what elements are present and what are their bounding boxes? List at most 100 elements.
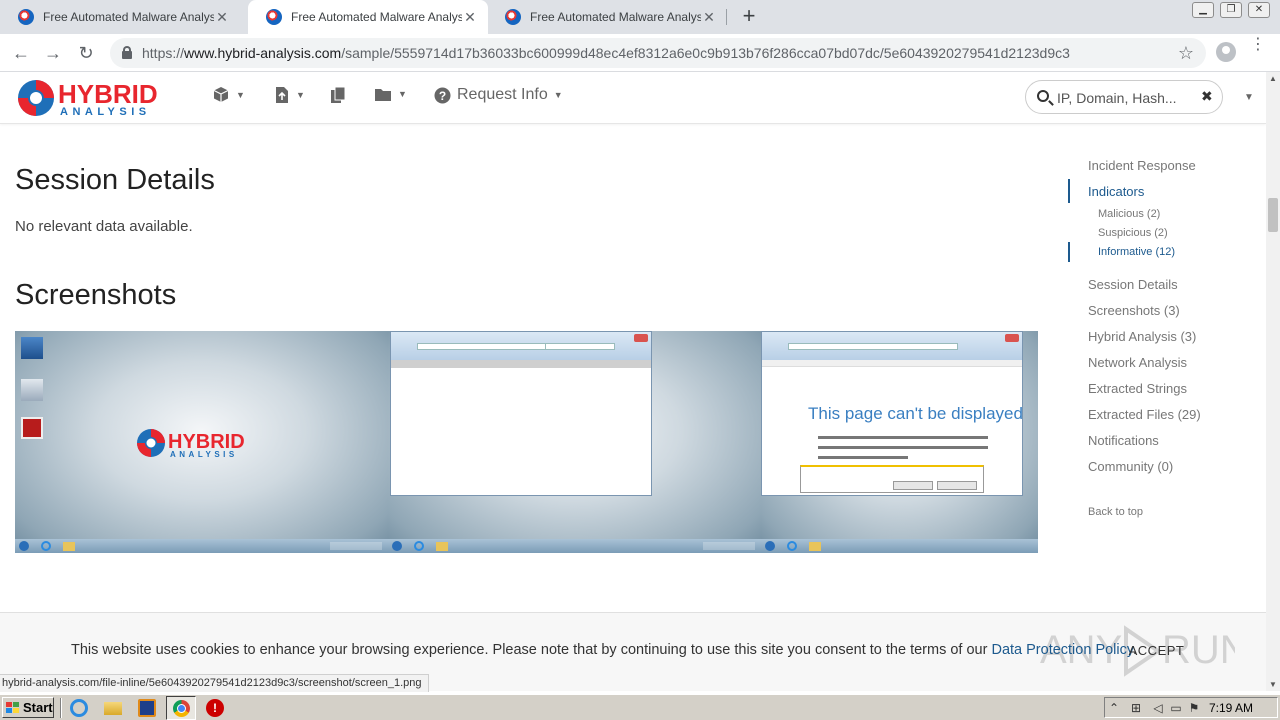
search-input[interactable] — [1057, 88, 1197, 108]
sidebar-item-hybrid-analysis[interactable]: Hybrid Analysis (3) — [1088, 329, 1196, 344]
sidebar-item-incident-response[interactable]: Incident Response — [1088, 158, 1196, 173]
mini-addon-notification — [800, 465, 984, 493]
sidebar-item-community[interactable]: Community (0) — [1088, 459, 1173, 474]
mini-tray — [703, 542, 755, 550]
mini-folder-icon — [63, 542, 75, 551]
media-player-icon[interactable] — [138, 699, 156, 717]
mini-address-field — [788, 343, 958, 350]
restore-button[interactable]: ❐ — [1220, 2, 1242, 18]
browser-menu-kebab-icon[interactable]: ⋮ — [1250, 37, 1266, 53]
caret-down-icon: ▼ — [553, 90, 563, 100]
tab-title: Free Automated Malware Analysis S — [530, 10, 701, 24]
reload-icon[interactable]: ↻ — [75, 42, 97, 64]
mini-close-icon — [1005, 334, 1019, 342]
folder-icon — [375, 89, 391, 101]
mini-bullet — [818, 456, 908, 459]
sidebar-item-extracted-strings[interactable]: Extracted Strings — [1088, 381, 1187, 396]
tab-close-icon[interactable]: ✕ — [214, 9, 230, 26]
screenshot-thumbnail-1[interactable]: HYBRID ANALYSIS — [15, 331, 388, 553]
nav-folder-dropdown[interactable]: ▼ — [374, 86, 407, 102]
tab-close-icon[interactable]: ✕ — [462, 9, 478, 26]
network-icon[interactable]: ⊞ — [1129, 701, 1143, 715]
back-to-top-link[interactable]: Back to top — [1088, 506, 1143, 518]
screenshot-thumbnail-2[interactable] — [388, 331, 761, 553]
data-protection-policy-link[interactable]: Data Protection Policy — [991, 642, 1133, 658]
browser-tab-2[interactable]: Free Automated Malware Analysis S ✕ — [248, 0, 488, 34]
screenshots-strip: HYBRID ANALYSIS This page can't be displ… — [15, 331, 1038, 553]
scroll-down-arrow-icon[interactable]: ▼ — [1269, 680, 1277, 689]
copy-files-icon — [331, 86, 346, 103]
lock-icon[interactable] — [122, 46, 132, 59]
explorer-folder-icon[interactable] — [104, 702, 122, 715]
volume-icon[interactable]: ◁ — [1151, 701, 1165, 715]
scroll-up-arrow-icon[interactable]: ▲ — [1269, 74, 1277, 83]
address-bar[interactable]: https://www.hybrid-analysis.com/sample/5… — [110, 38, 1206, 68]
chrome-icon — [173, 700, 190, 717]
minimize-button[interactable]: ▁ — [1192, 2, 1214, 18]
nav-request-info-dropdown[interactable]: ? Request Info ▼ — [434, 86, 563, 104]
start-button[interactable]: Start — [2, 697, 54, 718]
taskbar-separator — [60, 698, 62, 718]
stop-alert-icon[interactable]: ! — [206, 699, 224, 717]
chrome-taskbar-button[interactable] — [166, 696, 196, 720]
site-search-box[interactable]: ✖ — [1025, 80, 1223, 114]
sidebar-subitem-informative[interactable]: Informative (12) — [1098, 246, 1175, 258]
svg-text:?: ? — [439, 89, 446, 103]
new-tab-plus-icon[interactable]: + — [738, 5, 760, 29]
mini-bullet — [818, 446, 988, 449]
hybrid-analysis-wallpaper-logo: HYBRID ANALYSIS — [137, 429, 245, 459]
mini-taskbar — [761, 539, 1038, 553]
mini-browser-window — [390, 331, 652, 496]
page-cannot-display-heading: This page can't be displayed — [808, 404, 1023, 423]
mini-ie-icon — [41, 541, 51, 551]
acrobat-reader-icon — [21, 417, 43, 439]
sidebar-subitem-suspicious[interactable]: Suspicious (2) — [1098, 227, 1168, 239]
internet-explorer-icon[interactable] — [70, 699, 88, 717]
scroll-thumb[interactable] — [1268, 198, 1278, 232]
mini-browser-frame — [762, 332, 1022, 360]
sidebar-subitem-malicious[interactable]: Malicious (2) — [1098, 208, 1160, 220]
tab-close-icon[interactable]: ✕ — [701, 9, 717, 26]
page-scrollbar[interactable]: ▲ ▼ — [1266, 72, 1280, 691]
bookmark-star-icon[interactable]: ☆ — [1178, 43, 1194, 64]
action-center-flag-icon[interactable]: ⚑ — [1187, 701, 1201, 715]
hybrid-analysis-logo[interactable]: HYBRID ANALYSIS — [16, 76, 186, 120]
screenshots-heading: Screenshots — [15, 279, 177, 311]
back-arrow-icon[interactable]: ← — [10, 42, 32, 64]
nav-copy-files[interactable] — [330, 86, 346, 104]
sidebar-item-screenshots[interactable]: Screenshots (3) — [1088, 303, 1180, 318]
search-icon[interactable] — [1037, 90, 1049, 102]
mini-toolbar — [391, 360, 651, 368]
taskbar-clock[interactable]: 7:19 AM — [1209, 701, 1253, 715]
no-data-text: No relevant data available. — [15, 218, 193, 235]
forward-arrow-icon[interactable]: → — [42, 42, 64, 64]
screenshot-thumbnail-3[interactable]: This page can't be displayed — [761, 331, 1038, 553]
active-subitem-bar — [1068, 242, 1070, 262]
tray-expand-arrow-icon[interactable]: ⌃ — [1107, 701, 1121, 715]
mini-bullet-list — [818, 436, 1008, 466]
sidebar-item-indicators[interactable]: Indicators — [1088, 184, 1144, 199]
clear-search-icon[interactable]: ✖ — [1201, 88, 1213, 105]
windows-taskbar: Start ! ⌃ ⊞ ◁ ▭ ⚑ 7:19 AM — [0, 694, 1280, 720]
mini-bullet — [818, 436, 988, 439]
caret-down-icon: ▼ — [236, 90, 245, 100]
hybrid-analysis-favicon-icon — [266, 9, 282, 25]
browser-tab-3[interactable]: Free Automated Malware Analysis S ✕ — [487, 0, 727, 34]
sidebar-item-network-analysis[interactable]: Network Analysis — [1088, 355, 1187, 370]
sidebar-item-session-details[interactable]: Session Details — [1088, 277, 1178, 292]
mini-browser-frame — [391, 332, 651, 360]
cookie-message: This website uses cookies to enhance you… — [71, 642, 1138, 658]
close-window-button[interactable]: ✕ — [1248, 2, 1270, 18]
mini-addon-button — [893, 481, 933, 490]
nav-more-caret-icon[interactable]: ▼ — [1244, 92, 1254, 103]
profile-avatar-icon[interactable] — [1216, 42, 1236, 62]
mini-start-orb-icon — [392, 541, 402, 551]
nav-cube-dropdown[interactable]: ▼ — [212, 86, 245, 104]
nav-file-upload-dropdown[interactable]: ▼ — [274, 86, 305, 104]
sidebar-item-notifications[interactable]: Notifications — [1088, 433, 1159, 448]
monitor-icon[interactable]: ▭ — [1169, 701, 1183, 715]
browser-tab-1[interactable]: Free Automated Malware Analysis S ✕ — [0, 0, 240, 34]
sidebar-item-extracted-files[interactable]: Extracted Files (29) — [1088, 407, 1201, 422]
url-text[interactable]: https://www.hybrid-analysis.com/sample/5… — [142, 45, 1070, 61]
accept-cookies-button[interactable]: ACCEPT — [1118, 636, 1195, 664]
